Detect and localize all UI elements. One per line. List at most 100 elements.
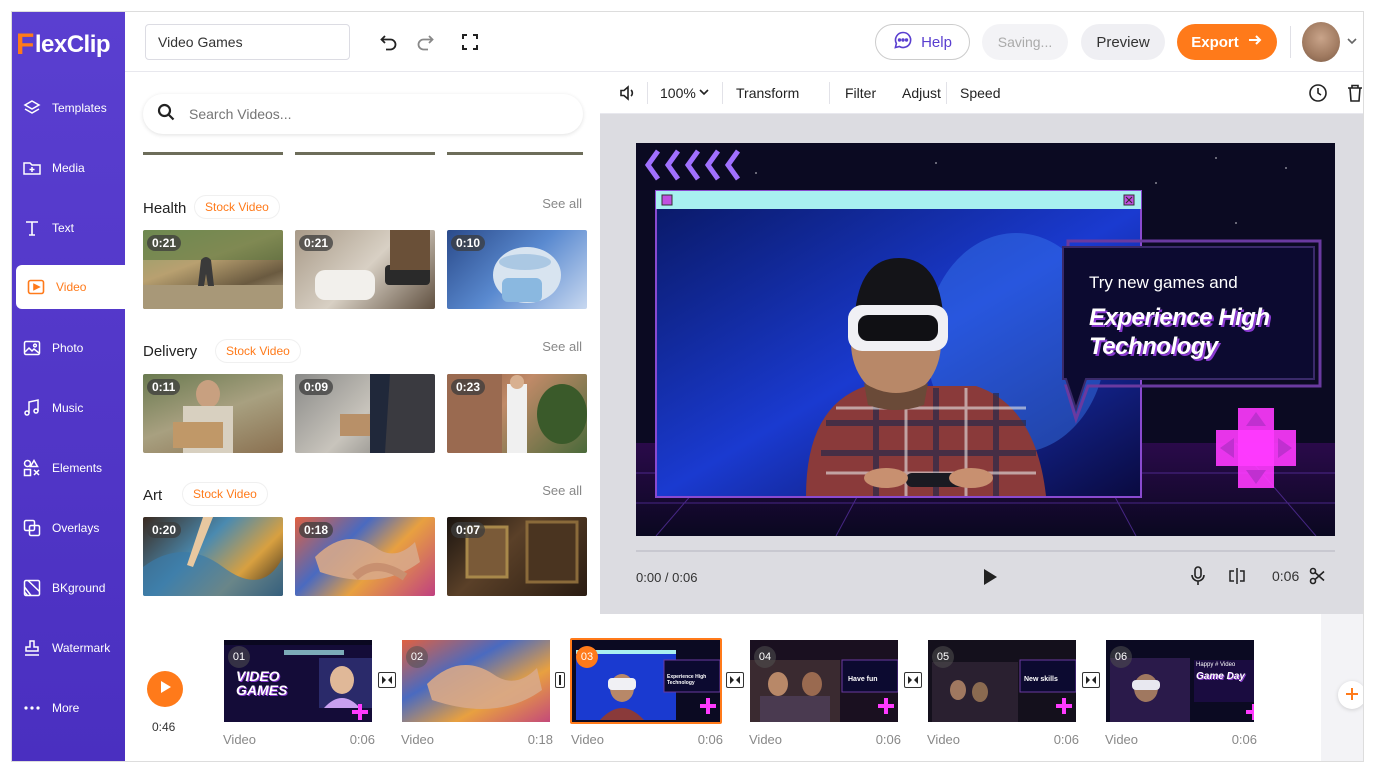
clip-duration-label: 0:06: [1231, 732, 1257, 747]
timeline-clip[interactable]: Happy # Video Game Day 06: [1104, 638, 1256, 724]
volume-icon[interactable]: [618, 72, 638, 114]
search-bar[interactable]: [143, 94, 583, 134]
transition-icon[interactable]: [1082, 672, 1100, 688]
export-button[interactable]: Export: [1177, 24, 1277, 60]
video-thumbnail[interactable]: 0:21: [143, 230, 283, 309]
play-icon[interactable]: [978, 566, 1000, 588]
transition-icon[interactable]: [378, 672, 396, 688]
sidebar-item-bkground[interactable]: BKground: [12, 558, 125, 618]
video-thumbnail[interactable]: 0:23: [447, 374, 587, 453]
video-thumbnail[interactable]: 0:09: [295, 374, 435, 453]
duration-badge: 0:10: [451, 235, 486, 251]
see-all-link[interactable]: See all: [542, 339, 582, 354]
sidebar-item-elements[interactable]: Elements: [12, 438, 125, 498]
scissors-icon[interactable]: [1309, 567, 1325, 585]
chat-bubble-icon: [893, 30, 913, 54]
logo-mark: F: [16, 28, 34, 61]
sidebar-item-templates[interactable]: Templates: [12, 78, 125, 138]
duration-badge: 0:21: [299, 235, 334, 251]
video-thumbnail[interactable]: 0:07: [447, 517, 587, 596]
undo-icon[interactable]: [377, 30, 401, 54]
sidebar-item-overlays[interactable]: Overlays: [12, 498, 125, 558]
video-thumbnail[interactable]: 0:10: [447, 230, 587, 309]
video-thumbnail[interactable]: 0:20: [143, 517, 283, 596]
text-icon: [22, 218, 42, 238]
clip-duration-label: 0:06: [1053, 732, 1079, 747]
duration-badge: 0:20: [147, 522, 182, 538]
help-button[interactable]: Help: [875, 24, 970, 60]
sidebar-item-watermark[interactable]: Watermark: [12, 618, 125, 678]
sidebar-item-video[interactable]: Video: [16, 265, 125, 309]
saving-label: Saving...: [997, 34, 1053, 50]
trash-icon[interactable]: [1346, 72, 1363, 114]
duration-badge: 0:18: [299, 522, 334, 538]
toolbar-separator: [946, 82, 947, 104]
canvas-headline-small[interactable]: Try new games and: [1089, 273, 1238, 293]
export-label: Export: [1191, 33, 1239, 51]
sidebar-item-label: Overlays: [52, 521, 100, 535]
see-all-link[interactable]: See all: [542, 196, 582, 211]
clock-icon[interactable]: [1308, 72, 1328, 114]
timeline-play-button[interactable]: [147, 671, 183, 707]
clip-duration-label: 0:06: [697, 732, 723, 747]
transition-icon[interactable]: [904, 672, 922, 688]
transition-icon[interactable]: [555, 672, 565, 688]
playback-progress-bar[interactable]: [636, 550, 1335, 552]
edit-toolbar: 100% Transform Filter Adjust Speed: [600, 72, 1363, 114]
project-title-input[interactable]: [145, 24, 350, 60]
canvas-headline-big-2[interactable]: Technology: [1089, 333, 1218, 361]
folder-plus-icon: [22, 158, 42, 178]
video-thumbnail[interactable]: 0:21: [295, 230, 435, 309]
clip-duration-label: 0:18: [527, 732, 553, 747]
fullscreen-icon[interactable]: [458, 30, 482, 54]
split-icon[interactable]: [1227, 566, 1247, 586]
sidebar-item-media[interactable]: Media: [12, 138, 125, 198]
video-thumbnail[interactable]: 0:11: [143, 374, 283, 453]
stamp-icon: [22, 638, 42, 658]
preview-label: Preview: [1096, 33, 1150, 51]
video-canvas[interactable]: Try new games and Experience High Techno…: [636, 143, 1335, 536]
microphone-icon[interactable]: [1188, 565, 1208, 587]
sidebar-item-more[interactable]: More: [12, 678, 125, 738]
clip-number: 04: [754, 646, 776, 668]
flexclip-logo[interactable]: FlexClip: [16, 28, 121, 62]
preview-button[interactable]: Preview: [1081, 24, 1165, 60]
canvas-headline-big-1[interactable]: Experience High: [1089, 304, 1270, 332]
transition-icon[interactable]: [726, 672, 744, 688]
duration-badge: 0:23: [451, 379, 486, 395]
sidebar-item-music[interactable]: Music: [12, 378, 125, 438]
toolbar-separator: [647, 82, 648, 104]
help-label: Help: [921, 33, 952, 51]
zoom-dropdown[interactable]: 100%: [660, 72, 710, 114]
timeline-clip[interactable]: Have fun 04: [748, 638, 900, 724]
transform-button[interactable]: Transform: [736, 72, 799, 114]
speed-button[interactable]: Speed: [960, 72, 1000, 114]
sidebar-item-text[interactable]: Text: [12, 198, 125, 258]
music-note-icon: [22, 398, 42, 418]
sidebar-item-photo[interactable]: Photo: [12, 318, 125, 378]
clip-meta: Video 0:06: [749, 732, 901, 747]
logo-text: lexClip: [34, 31, 111, 58]
section-title-delivery: Delivery: [143, 343, 198, 360]
redo-icon[interactable]: [413, 30, 437, 54]
user-avatar[interactable]: [1302, 22, 1340, 62]
clip-type: Video: [749, 732, 783, 747]
filter-button[interactable]: Filter: [845, 72, 876, 114]
add-clip-button[interactable]: [1338, 681, 1363, 709]
clip-number: 02: [406, 646, 428, 668]
chevron-down-icon[interactable]: [1345, 34, 1359, 48]
timeline-clip[interactable]: 02: [400, 638, 552, 724]
more-dots-icon: [22, 698, 42, 718]
clip-type: Video: [401, 732, 435, 747]
timeline-clip[interactable]: New skills 05: [926, 638, 1078, 724]
clip-number: 05: [932, 646, 954, 668]
timeline-clip[interactable]: VIDEO GAMES 01: [222, 638, 374, 724]
video-thumbnail[interactable]: 0:18: [295, 517, 435, 596]
search-input[interactable]: [189, 106, 569, 122]
sidebar-item-label: BKground: [52, 581, 106, 595]
adjust-button[interactable]: Adjust: [902, 72, 941, 114]
thumbnail-strip: [295, 152, 435, 155]
timeline-clip-selected[interactable]: Experience High Technology 03: [570, 638, 722, 724]
see-all-link[interactable]: See all: [542, 483, 582, 498]
stock-video-tag: Stock Video: [195, 196, 279, 218]
